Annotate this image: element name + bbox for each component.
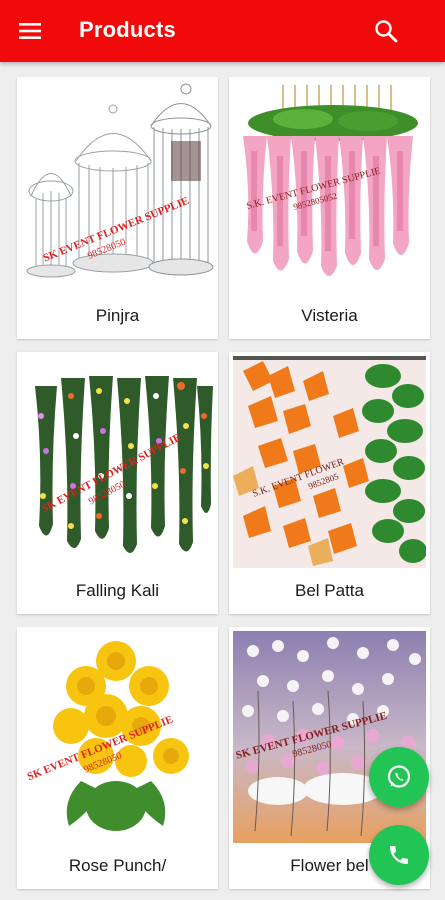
product-card-visteria[interactable]: S.K. EVENT FLOWER SUPPLIE 9852805052 Vis… — [229, 77, 430, 339]
product-image: SK EVENT FLOWER SUPPLIE 98528050 — [21, 356, 214, 568]
product-image: SK EVENT FLOWER SUPPLIE 98528050 — [21, 81, 214, 293]
whatsapp-icon — [387, 765, 411, 788]
product-card-bel-patta[interactable]: S.K. EVENT FLOWER 9852805 Bel Patta — [229, 352, 430, 614]
search-icon — [375, 20, 398, 43]
call-button[interactable] — [369, 825, 429, 885]
product-card-rose-punch[interactable]: SK EVENT FLOWER SUPPLIE 98528050 Rose Pu… — [17, 627, 218, 889]
app-bar: Products — [0, 0, 445, 62]
product-image: S.K. EVENT FLOWER 9852805 — [233, 356, 426, 568]
hamburger-menu-icon — [19, 23, 41, 39]
product-name: Pinjra — [95, 306, 140, 325]
page-title: Products — [79, 17, 176, 42]
whatsapp-button[interactable] — [369, 747, 429, 807]
product-image: SK EVENT FLOWER SUPPLIE 98528050 — [21, 631, 214, 843]
phone-icon — [390, 846, 408, 864]
product-name: Visteria — [301, 306, 358, 325]
product-image: SK EVENT FLOWER SUPPLIE 98528050 — [233, 631, 426, 843]
product-name: Rose Punch/ — [68, 856, 167, 875]
product-name: Bel Patta — [295, 581, 364, 600]
menu-button[interactable] — [14, 16, 46, 46]
product-name: Falling Kali — [75, 581, 160, 600]
search-button[interactable] — [371, 16, 401, 46]
product-image: S.K. EVENT FLOWER SUPPLIE 9852805052 — [233, 81, 426, 293]
product-card-pinjra[interactable]: SK EVENT FLOWER SUPPLIE 98528050 Pinjra — [17, 77, 218, 339]
product-card-falling-kali[interactable]: SK EVENT FLOWER SUPPLIE 98528050 Falling… — [17, 352, 218, 614]
